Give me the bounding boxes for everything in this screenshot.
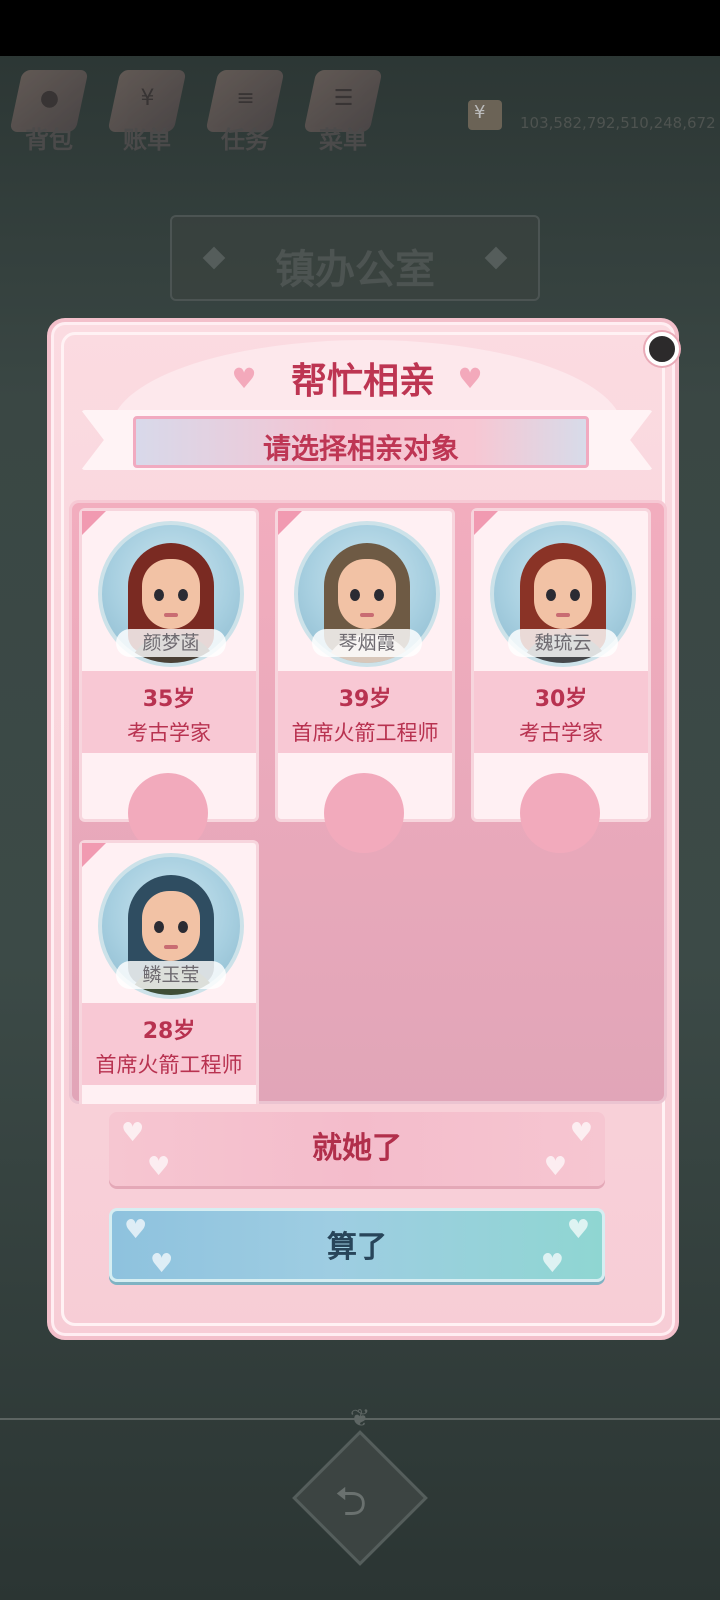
candidate-age: 28岁 [142,1019,196,1044]
heart-icon: ♥ [543,1152,567,1182]
matchmaking-dialog: ♥ 帮忙相亲 ♥ 请选择相亲对象 颜梦菡 35岁 考古学家 琴烟霞 39岁 首席… [47,318,679,1340]
heart-icon: ♥ [121,1118,145,1148]
candidate-name: 魏琉云 [508,629,618,657]
dialog-subtitle: 请选择相亲对象 [262,432,459,465]
back-icon: ⮌ [334,1479,367,1526]
candidate-name: 鳞玉莹 [116,961,226,989]
heart-icon: ♥ [147,1152,171,1182]
dialog-title: 帮忙相亲 [290,361,435,402]
candidate-job: 考古学家 [519,721,603,745]
cancel-button[interactable]: ♥ ♥ 算了 ♥ ♥ [109,1208,605,1282]
avatar-mouth [556,613,570,617]
confirm-label: 就她了 [312,1131,402,1166]
avatar-mouth [164,945,178,949]
avatar-face [142,891,200,961]
confirm-button[interactable]: ♥ ♥ 就她了 ♥ ♥ [109,1112,605,1186]
card-notch [324,773,404,853]
status-bar [0,0,720,56]
avatar-eye [374,589,384,601]
heart-right-icon: ♥ [457,362,483,395]
avatar-eye [546,589,556,601]
card-notch [520,773,600,853]
cancel-label: 算了 [327,1230,387,1265]
heart-icon: ♥ [569,1118,593,1148]
candidate-card[interactable]: 鳞玉莹 28岁 首席火箭工程师 [79,840,259,1104]
candidate-job: 首席火箭工程师 [95,1053,243,1077]
candidate-age: 39岁 [338,687,392,712]
heart-icon: ♥ [150,1249,174,1279]
candidate-job: 考古学家 [127,721,211,745]
avatar-face [534,559,592,629]
avatar-eye [154,921,164,933]
heart-icon: ♥ [566,1215,590,1245]
card-corner [474,511,498,535]
card-corner [278,511,302,535]
candidate-name: 颜梦菡 [116,629,226,657]
candidate-age: 35岁 [142,687,196,712]
avatar-face [142,559,200,629]
avatar-eye [178,921,188,933]
subtitle-box: 请选择相亲对象 [133,416,589,468]
card-corner [82,511,106,535]
candidate-grid: 颜梦菡 35岁 考古学家 琴烟霞 39岁 首席火箭工程师 魏琉云 30岁 考古学… [69,500,667,1104]
candidate-age: 30岁 [534,687,588,712]
avatar-eye [178,589,188,601]
card-corner [82,843,106,867]
candidate-card[interactable]: 颜梦菡 35岁 考古学家 [79,508,259,853]
avatar-eye [154,589,164,601]
candidate-name: 琴烟霞 [312,629,422,657]
heart-icon: ♥ [540,1249,564,1279]
avatar-mouth [164,613,178,617]
candidate-card[interactable]: 琴烟霞 39岁 首席火箭工程师 [275,508,455,853]
avatar-eye [570,589,580,601]
avatar-face [338,559,396,629]
avatar-mouth [360,613,374,617]
avatar-eye [350,589,360,601]
ornament-icon: ❦ [349,1404,371,1432]
candidate-card[interactable]: 魏琉云 30岁 考古学家 [471,508,651,853]
subtitle-ribbon: 请选择相亲对象 [81,402,653,482]
heart-icon: ♥ [124,1215,148,1245]
candidate-job: 首席火箭工程师 [291,721,439,745]
